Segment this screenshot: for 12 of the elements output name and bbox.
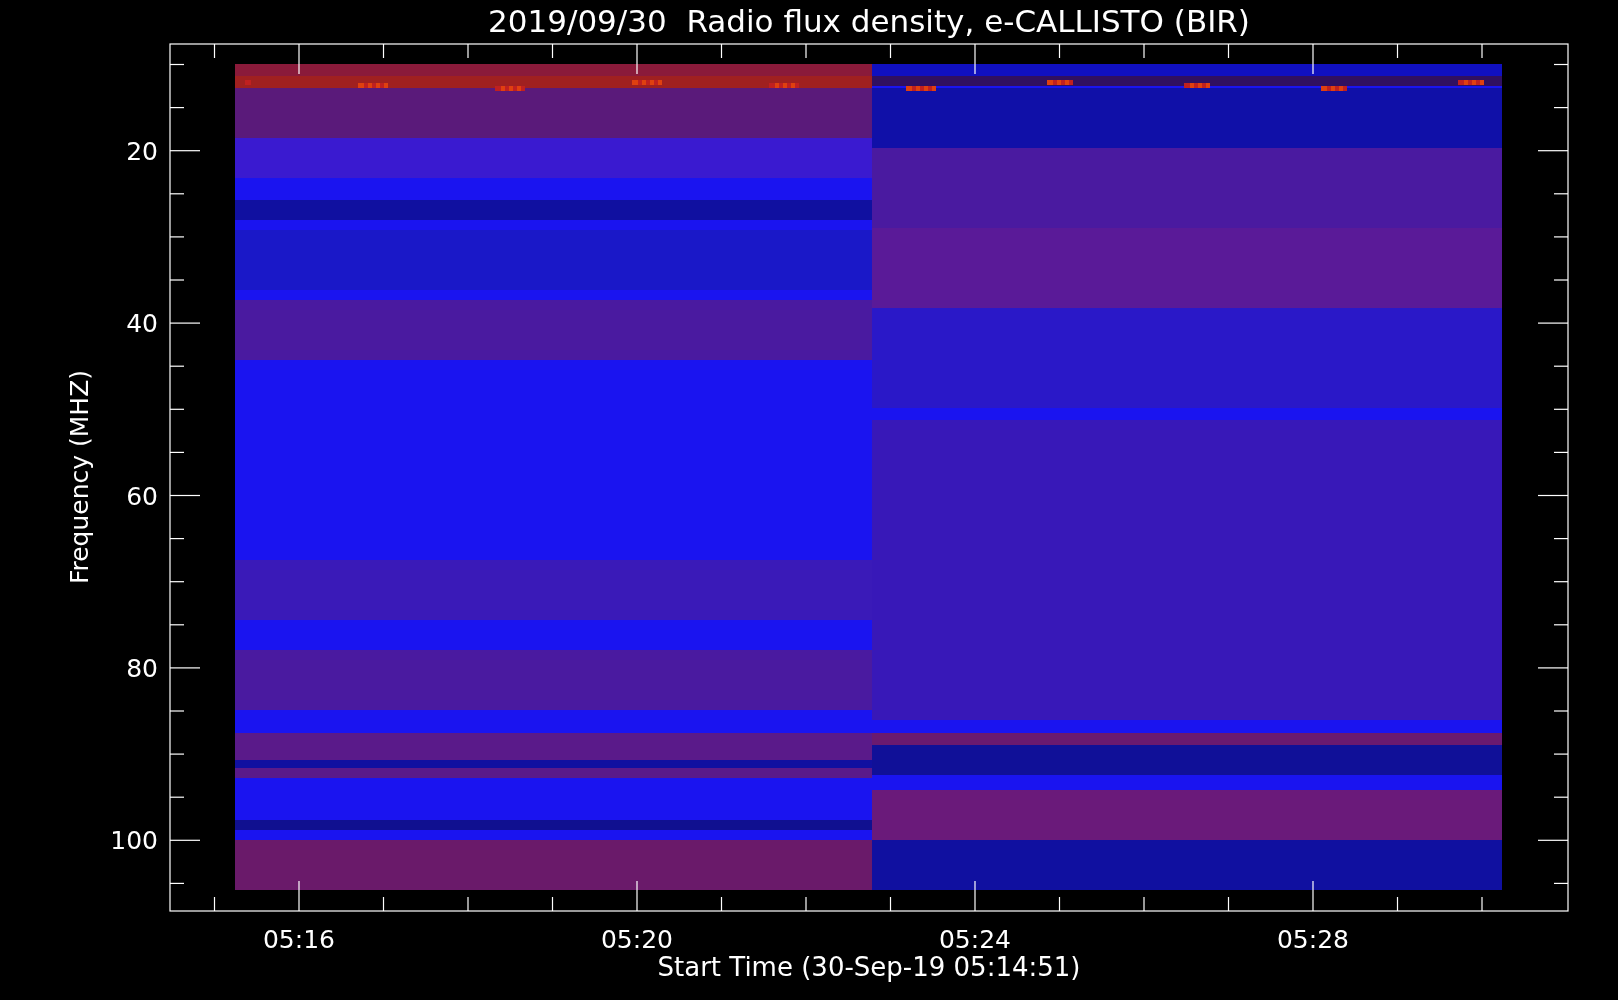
x-axis-title: Start Time (30-Sep-19 05:14:51) xyxy=(657,952,1081,982)
y-tick-label: 40 xyxy=(126,309,158,339)
y-tick-label: 80 xyxy=(126,653,158,683)
x-tick-label: 05:20 xyxy=(601,925,673,954)
y-tick-label: 100 xyxy=(110,826,158,856)
plot-title: 2019/09/30 Radio flux density, e-CALLISTO (BIR) xyxy=(488,3,1250,39)
x-tick-label: 05:28 xyxy=(1277,925,1349,954)
x-tick-label: 05:16 xyxy=(263,925,335,954)
y-axis-title: Frequency (MHZ) xyxy=(65,369,94,585)
y-tick-label: 60 xyxy=(126,481,158,511)
x-tick-label: 05:24 xyxy=(939,925,1011,954)
y-tick-label: 20 xyxy=(126,136,158,166)
